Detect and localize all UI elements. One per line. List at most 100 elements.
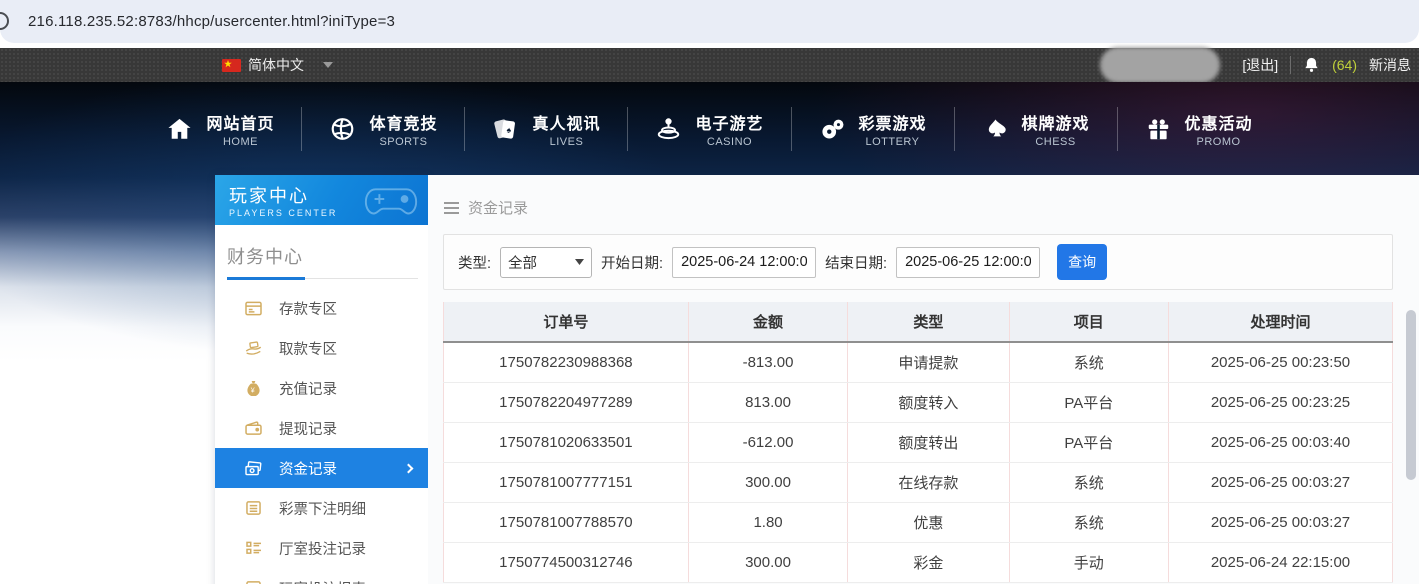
bell-icon[interactable] xyxy=(1303,56,1320,74)
sidebar-item-label: 取款专区 xyxy=(279,338,337,359)
nav-label-en: CHESS xyxy=(1022,136,1090,148)
players-center-sidebar: 玩家中心 PLAYERS CENTER 财务中心 存款专区 取款专区 xyxy=(215,175,428,584)
type-select[interactable]: 全部 xyxy=(500,247,592,278)
cell-order-id: 1750774500312746 xyxy=(444,542,689,582)
col-time: 处理时间 xyxy=(1169,302,1393,342)
sidebar-section-underline xyxy=(227,278,418,279)
funds-table: 订单号 金额 类型 项目 处理时间 1750782230988368 -813.… xyxy=(443,302,1393,583)
banknotes-icon xyxy=(245,461,262,476)
sidebar-header: 玩家中心 PLAYERS CENTER xyxy=(215,175,428,225)
table-row: 1750781007777151 300.00 在线存款 系统 2025-06-… xyxy=(444,462,1393,502)
select-caret-icon xyxy=(575,259,584,265)
nav-item-promo[interactable]: 优惠活动 PROMO xyxy=(1118,110,1280,148)
home-icon xyxy=(166,116,193,142)
cell-time: 2025-06-25 00:23:25 xyxy=(1169,382,1393,422)
sidebar-item-lottery-bet-detail[interactable]: 彩票下注明细 xyxy=(215,488,428,528)
svg-text:¥: ¥ xyxy=(251,387,255,394)
message-count[interactable]: (64) xyxy=(1332,57,1357,73)
cell-order-id: 1750781007788570 xyxy=(444,502,689,542)
sidebar-section-title: 财务中心 xyxy=(215,225,428,278)
nav-item-sports[interactable]: 体育竞技 SPORTS xyxy=(302,110,464,148)
cell-order-id: 1750782204977289 xyxy=(444,382,689,422)
sports-icon xyxy=(329,116,356,142)
funds-record-panel: 资金记录 类型: 全部 开始日期: 结束日期: 查询 xyxy=(428,175,1419,584)
table-header-row: 订单号 金额 类型 项目 处理时间 xyxy=(444,302,1393,342)
cell-order-id: 1750782230988368 xyxy=(444,342,689,382)
china-flag-icon xyxy=(222,59,241,72)
chevron-down-icon xyxy=(323,62,333,68)
chevron-right-icon xyxy=(404,463,414,473)
sidebar-item-hall-bet-record[interactable]: 厅室投注记录 xyxy=(215,528,428,568)
search-button[interactable]: 查询 xyxy=(1057,244,1107,280)
language-selector[interactable]: 简体中文 xyxy=(222,55,333,75)
sidebar-item-funds-record[interactable]: 资金记录 xyxy=(215,448,428,488)
cell-time: 2025-06-24 22:15:00 xyxy=(1169,542,1393,582)
cell-order-id: 1750781007777151 xyxy=(444,462,689,502)
nav-label-cn: 网站首页 xyxy=(206,110,274,134)
nav-label-en: HOME xyxy=(206,136,274,148)
cell-project: PA平台 xyxy=(1009,382,1168,422)
cell-amount: -612.00 xyxy=(688,422,847,462)
checklist-icon xyxy=(245,541,262,555)
nav-label-en: PROMO xyxy=(1185,136,1253,148)
cell-type: 额度转出 xyxy=(848,422,1009,462)
nav-item-casino[interactable]: 电子游艺 CASINO xyxy=(628,110,790,148)
cell-project: 系统 xyxy=(1009,342,1168,382)
lives-icon: ♠ xyxy=(492,116,519,142)
nav-label-en: LIVES xyxy=(532,136,600,148)
sidebar-item-player-bet-report[interactable]: 玩家投注报表 xyxy=(215,568,428,584)
nav-label-cn: 真人视讯 xyxy=(532,110,600,134)
cell-amount: 813.00 xyxy=(688,382,847,422)
nav-label-cn: 优惠活动 xyxy=(1185,110,1253,134)
cell-type: 彩金 xyxy=(848,542,1009,582)
wallet-icon xyxy=(245,421,262,435)
nav-label-cn: 电子游艺 xyxy=(695,110,763,134)
page-title: 资金记录 xyxy=(468,197,528,218)
sidebar-item-label: 资金记录 xyxy=(279,458,337,479)
sidebar-item-recharge-record[interactable]: ¥ 充值记录 xyxy=(215,368,428,408)
start-date-label: 开始日期: xyxy=(601,252,663,273)
col-type: 类型 xyxy=(848,302,1009,342)
nav-item-home[interactable]: 网站首页 HOME xyxy=(139,110,301,148)
end-date-input[interactable] xyxy=(896,247,1040,278)
cell-project: PA平台 xyxy=(1009,422,1168,462)
browser-address-bar[interactable]: 216.118.235.52:8783/hhcp/usercenter.html… xyxy=(0,0,1419,43)
sidebar-item-deposit[interactable]: 存款专区 xyxy=(215,288,428,328)
page-background: 网站首页 HOME 体育竞技 SPORTS ♠ 真人视讯 LIVES 电子游艺 … xyxy=(0,82,1419,584)
casino-icon xyxy=(655,116,682,142)
nav-item-lives[interactable]: ♠ 真人视讯 LIVES xyxy=(465,110,627,148)
sidebar-item-label: 充值记录 xyxy=(279,378,337,399)
chess-icon xyxy=(982,116,1009,142)
username-blurred xyxy=(1100,47,1220,83)
deposit-card-icon xyxy=(245,301,262,316)
sidebar-item-label: 厅室投注记录 xyxy=(279,538,366,559)
start-date-input[interactable] xyxy=(672,247,816,278)
cell-time: 2025-06-25 00:23:50 xyxy=(1169,342,1393,382)
table-row: 1750782230988368 -813.00 申请提款 系统 2025-06… xyxy=(444,342,1393,382)
sidebar-item-label: 存款专区 xyxy=(279,298,337,319)
end-date-label: 结束日期: xyxy=(825,252,887,273)
page-scrollbar-thumb[interactable] xyxy=(1406,310,1416,480)
cell-type: 额度转入 xyxy=(848,382,1009,422)
sidebar-item-withdrawal-record[interactable]: 提现记录 xyxy=(215,408,428,448)
list-icon xyxy=(245,501,262,515)
cell-project: 系统 xyxy=(1009,502,1168,542)
sidebar-item-withdraw[interactable]: 取款专区 xyxy=(215,328,428,368)
url-text[interactable]: 216.118.235.52:8783/hhcp/usercenter.html… xyxy=(28,13,395,30)
table-row: 1750781007788570 1.80 优惠 系统 2025-06-25 0… xyxy=(444,502,1393,542)
logout-link[interactable]: [退出] xyxy=(1242,55,1278,75)
nav-label-en: LOTTERY xyxy=(859,136,927,148)
table-row: 1750781020633501 -612.00 额度转出 PA平台 2025-… xyxy=(444,422,1393,462)
cell-amount: 300.00 xyxy=(688,542,847,582)
cell-type: 在线存款 xyxy=(848,462,1009,502)
nav-item-lottery[interactable]: 彩票游戏 LOTTERY xyxy=(792,110,954,148)
cell-type: 申请提款 xyxy=(848,342,1009,382)
cell-time: 2025-06-25 00:03:27 xyxy=(1169,462,1393,502)
cell-amount: 300.00 xyxy=(688,462,847,502)
site-info-icon[interactable] xyxy=(0,12,9,30)
message-label[interactable]: 新消息 xyxy=(1369,55,1411,75)
cell-order-id: 1750781020633501 xyxy=(444,422,689,462)
sidebar-item-label: 提现记录 xyxy=(279,418,337,439)
nav-item-chess[interactable]: 棋牌游戏 CHESS xyxy=(955,110,1117,148)
nav-label-cn: 棋牌游戏 xyxy=(1022,110,1090,134)
